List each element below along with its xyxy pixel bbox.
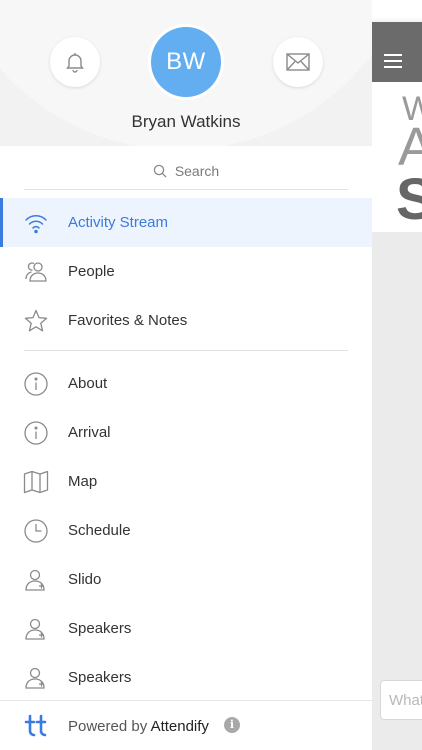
menu-item-label: Speakers — [68, 620, 132, 637]
envelope-icon — [286, 53, 310, 71]
menu-item-label: Map — [68, 473, 98, 490]
navigation-drawer: BW Bryan Watkins Search Activity Stream — [0, 0, 372, 750]
brand-name[interactable]: Attendify — [151, 718, 209, 735]
background-app-topbar — [372, 22, 422, 82]
menu-item-people[interactable]: People — [0, 247, 372, 296]
background-hero: W A S — [372, 82, 422, 232]
info-icon — [24, 421, 48, 445]
powered-by-text: Powered by Attendify — [68, 718, 209, 735]
menu-item-label: Activity Stream — [68, 214, 169, 231]
menu-item-slido[interactable]: Slido — [0, 555, 372, 604]
hero-line-3: S — [396, 167, 422, 232]
avatar[interactable]: BW — [151, 27, 221, 97]
post-input[interactable]: What — [380, 680, 422, 720]
menu-item-about[interactable]: About — [0, 359, 372, 408]
menu-item-arrival[interactable]: Arrival — [0, 408, 372, 457]
search-label: Search — [174, 163, 220, 179]
menu-item-map[interactable]: Map — [0, 457, 372, 506]
menu-item-favorites-notes[interactable]: Favorites & Notes — [0, 296, 372, 345]
menu-item-activity-stream[interactable]: Activity Stream — [0, 198, 372, 247]
people-icon — [25, 262, 47, 282]
profile-header: BW Bryan Watkins — [0, 0, 372, 146]
info-icon — [24, 372, 48, 396]
avatar-initials: BW — [166, 48, 206, 75]
powered-by-label: Powered by — [68, 718, 148, 735]
post-input-placeholder: What — [389, 692, 422, 709]
menu-item-speakers[interactable]: Speakers — [0, 604, 372, 653]
bell-icon — [66, 53, 84, 73]
divider — [24, 350, 348, 351]
search-icon — [153, 164, 167, 178]
info-icon[interactable]: i — [224, 717, 240, 733]
person-icon — [25, 618, 45, 640]
clock-icon — [24, 519, 48, 543]
menu-item-speakers-2[interactable]: Speakers — [0, 653, 372, 702]
menu-item-label: Schedule — [68, 522, 131, 539]
user-name: Bryan Watkins — [131, 112, 241, 131]
attendify-logo-icon — [24, 714, 47, 737]
menu-item-schedule[interactable]: Schedule — [0, 506, 372, 555]
messages-button[interactable] — [273, 37, 323, 87]
person-icon — [25, 667, 45, 689]
menu-item-label: Speakers — [68, 669, 132, 686]
star-icon — [24, 309, 48, 332]
person-icon — [25, 569, 45, 591]
wifi-icon — [25, 215, 47, 234]
background-app-panel: W A S What — [372, 22, 422, 750]
map-icon — [23, 470, 49, 494]
notifications-button[interactable] — [50, 37, 100, 87]
divider — [24, 189, 348, 190]
menu-item-label: About — [68, 375, 108, 392]
menu-item-label: People — [68, 263, 115, 280]
hamburger-menu-icon[interactable] — [384, 54, 402, 72]
menu-item-label: Favorites & Notes — [68, 312, 188, 329]
menu-item-label: Arrival — [68, 424, 111, 441]
menu-item-label: Slido — [68, 571, 102, 588]
footer: Powered by Attendify i — [0, 700, 372, 750]
search-bar[interactable]: Search — [0, 156, 372, 186]
